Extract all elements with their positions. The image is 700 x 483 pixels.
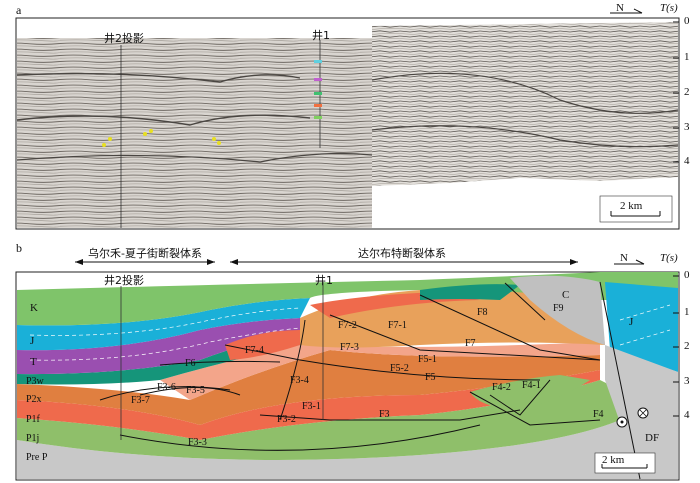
fault-label: F3-5 [186,385,205,396]
panel-b-tick: 3 [684,375,690,387]
fault-label: F3-2 [277,414,296,425]
block-label: C [562,289,570,301]
fault-label: F6 [185,358,196,369]
stratum-label: J [30,335,35,347]
fault-label: F3-1 [302,401,321,412]
fault-label: F5 [425,372,436,383]
system-left-label: 乌尔禾-夏子街断裂体系 [88,247,202,260]
system-right-label: 达尔布特断裂体系 [358,247,446,260]
stratum-label: P1f [26,414,40,425]
stratum-label: Pre P [26,452,48,463]
stratum-label: P2x [26,394,42,405]
fault-label: F8 [477,307,488,318]
panel-b-tick: 4 [684,409,690,421]
stratum-label: P3w [26,376,44,387]
fault-label: F4-2 [492,382,511,393]
stratum-label: P1j [26,433,40,444]
block-label: DF [645,432,660,444]
fault-label: F4-1 [522,380,541,391]
fault-label: F3 [379,409,390,420]
fault-label: F3-6 [157,382,176,393]
panel-b-scale-label: 2 km [602,454,625,466]
fault-label: F3-7 [131,395,150,406]
fault-label: F5-1 [418,354,437,365]
panel-b-well-1-label: 井1 [315,274,333,287]
stratum-label: T [30,356,37,368]
fault-label: F9 [553,303,564,314]
fault-label: F5-2 [390,363,409,374]
panel-b-tick: 0 [684,269,690,281]
fault-label: F7-3 [340,342,359,353]
fault-label: F4 [593,409,604,420]
panel-b-axis-label: T(s) [660,252,678,264]
panel-b-well-2-label: 井2投影 [104,274,144,287]
block-label: J [629,316,634,328]
panel-b-north-label: N [620,252,628,264]
fault-label: F3-4 [290,375,309,386]
fault-label: F3-3 [188,437,207,448]
fault-label: F7-2 [338,320,357,331]
fault-label: F7-4 [245,345,264,356]
stratum-label: K [30,302,38,314]
fault-label: F7-1 [388,320,407,331]
fault-label: F7 [465,338,476,349]
panel-b-tick: 2 [684,340,690,352]
panel-b-tick: 1 [684,306,690,318]
